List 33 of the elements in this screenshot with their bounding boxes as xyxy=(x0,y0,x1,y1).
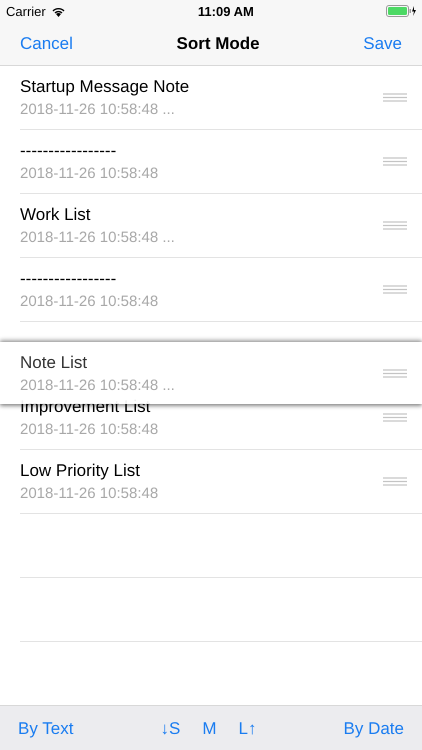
battery-icon xyxy=(386,5,416,17)
note-title: ----------------- xyxy=(20,141,118,161)
note-title: Low Priority List xyxy=(20,461,141,481)
note-date: 2018-11-26 10:58:48 xyxy=(20,293,158,310)
sort-size-button[interactable]: ↓S xyxy=(160,718,180,738)
screen-title: Sort Mode xyxy=(176,34,260,54)
drag-handle-icon[interactable] xyxy=(383,368,407,378)
drag-handle-icon[interactable] xyxy=(383,413,407,422)
cancel-button[interactable]: Cancel xyxy=(20,34,73,54)
sort-by-text-button[interactable]: By Text xyxy=(18,718,74,738)
note-date: 2018-11-26 10:58:48 xyxy=(20,485,158,502)
note-date: 2018-11-26 10:58:48 xyxy=(20,421,158,438)
note-title: ----------------- xyxy=(20,269,118,289)
wifi-icon xyxy=(50,6,66,16)
save-button[interactable]: Save xyxy=(363,34,402,54)
drag-handle-icon[interactable] xyxy=(383,477,407,486)
note-title: Work List xyxy=(20,205,92,225)
note-title: Startup Message Note xyxy=(20,77,190,97)
carrier-label: Carrier xyxy=(6,4,46,18)
sort-size-button[interactable]: M xyxy=(202,718,216,738)
dragged-row[interactable]: Note List 2018-11-26 10:58:48 ... xyxy=(0,342,422,404)
drag-handle-icon[interactable] xyxy=(383,93,407,102)
drag-handle-icon[interactable] xyxy=(383,221,407,230)
drag-handle-icon[interactable] xyxy=(383,157,407,166)
note-date: 2018-11-26 10:58:48 xyxy=(20,165,158,182)
note-title: Note List xyxy=(20,352,88,372)
drag-handle-icon[interactable] xyxy=(383,285,407,294)
sort-by-date-button[interactable]: By Date xyxy=(344,718,404,738)
note-date: 2018-11-26 10:58:48 ... xyxy=(20,101,176,118)
note-date: 2018-11-26 10:58:48 ... xyxy=(20,376,175,394)
sort-size-button[interactable]: L↑ xyxy=(238,718,256,738)
note-date: 2018-11-26 10:58:48 ... xyxy=(20,229,175,246)
status-time: 11:09 AM xyxy=(198,4,254,18)
